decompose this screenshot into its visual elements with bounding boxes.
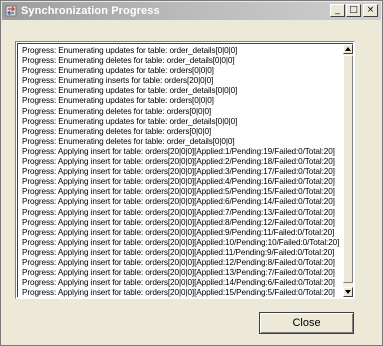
close-button-label: Close: [292, 316, 321, 329]
chevron-up-icon: [345, 47, 351, 51]
vertical-scrollbar[interactable]: [343, 44, 353, 297]
minimize-button[interactable]: _: [330, 4, 345, 17]
log-line: Progress: Enumerating updates for table:…: [22, 46, 238, 55]
scroll-down-button[interactable]: [343, 287, 353, 297]
log-line: Progress: Applying insert for table: ord…: [22, 247, 335, 257]
log-line: Progress: Enumerating updates for table:…: [22, 116, 238, 126]
log-line: Progress: Applying insert for table: ord…: [22, 187, 335, 197]
minimize-icon: _: [335, 5, 340, 15]
scroll-up-button[interactable]: [343, 44, 353, 54]
log-line: Progress: Applying insert for table: ord…: [22, 146, 335, 156]
scroll-thumb[interactable]: [343, 55, 353, 283]
log-line: Progress: Applying insert for table: ord…: [22, 237, 340, 247]
log-line: Progress: Applying insert for table: ord…: [22, 217, 335, 227]
chevron-down-icon: [345, 290, 351, 294]
maximize-button[interactable]: □: [346, 4, 361, 17]
progress-log-listbox[interactable]: Progress: Enumerating updates for table:…: [15, 41, 355, 299]
log-line: Progress: Enumerating updates for table:…: [22, 96, 214, 106]
log-line: Progress: Enumerating updates for table:…: [22, 66, 214, 76]
log-line: Progress: Applying insert for table: ord…: [22, 288, 335, 297]
log-line: Progress: Applying insert for table: ord…: [22, 227, 335, 237]
log-line: Progress: Applying insert for table: ord…: [22, 167, 335, 177]
log-line: Progress: Applying insert for table: ord…: [22, 177, 335, 187]
log-line: Progress: Enumerating deletes for table:…: [22, 56, 235, 66]
log-line: Progress: Enumerating deletes for table:…: [22, 126, 212, 136]
log-line: Progress: Applying insert for table: ord…: [22, 257, 335, 267]
log-line: Progress: Applying insert for table: ord…: [22, 278, 335, 288]
log-line: Progress: Applying insert for table: ord…: [22, 268, 335, 278]
log-line: Progress: Applying insert for table: ord…: [22, 197, 335, 207]
progress-log-viewport: Progress: Enumerating updates for table:…: [17, 43, 353, 297]
sync-app-icon: [5, 5, 17, 17]
title-bar[interactable]: Synchronization Progress _ □ ×: [2, 2, 381, 20]
progress-log-lines: Progress: Enumerating updates for table:…: [22, 46, 342, 297]
close-button[interactable]: Close: [259, 312, 354, 334]
log-line: Progress: Enumerating updates for table:…: [22, 86, 238, 96]
log-line: Progress: Applying insert for table: ord…: [22, 207, 335, 217]
log-line: Progress: Enumerating inserts for table:…: [22, 76, 214, 86]
maximize-icon: □: [349, 5, 358, 15]
window-title: Synchronization Progress: [21, 5, 160, 17]
log-line: Progress: Enumerating deletes for table:…: [22, 106, 212, 116]
log-line: Progress: Applying insert for table: ord…: [22, 157, 335, 167]
close-window-button[interactable]: ×: [363, 4, 378, 17]
title-bar-controls: _ □ ×: [329, 4, 378, 17]
log-line: Progress: Enumerating deletes for table:…: [22, 136, 235, 146]
sync-progress-window: Synchronization Progress _ □ × Progress:…: [0, 0, 383, 346]
close-icon: ×: [366, 5, 375, 15]
